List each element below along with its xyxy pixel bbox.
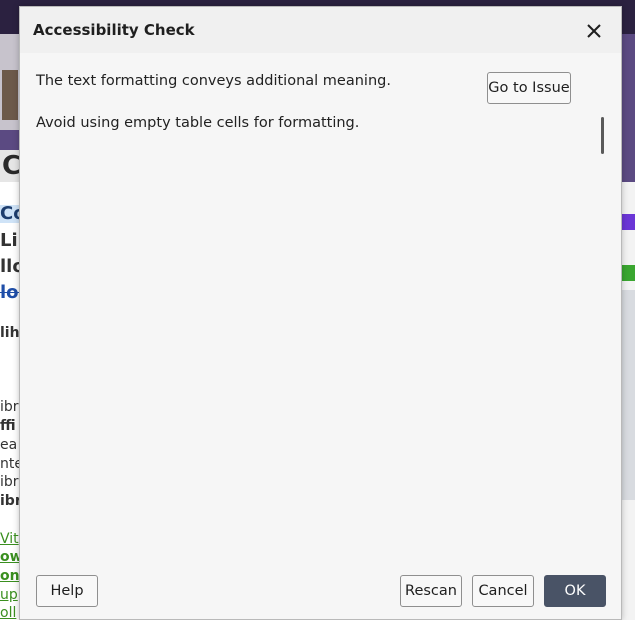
background-text-line: lih [0, 325, 20, 341]
background-right-green-block [622, 265, 635, 281]
accessibility-check-dialog: Accessibility Check The text formatting … [19, 6, 622, 620]
rescan-button[interactable]: Rescan [400, 575, 462, 607]
issue-text: The text formatting conveys additional m… [36, 73, 391, 89]
background-text-line: ibr [0, 474, 19, 490]
close-icon[interactable] [582, 19, 606, 43]
dialog-titlebar: Accessibility Check [20, 7, 621, 53]
scrollbar-thumb[interactable] [601, 117, 604, 154]
background-link: oll [0, 605, 17, 620]
background-link: up [0, 587, 18, 603]
background-text-line: ffi [0, 418, 16, 434]
ok-button[interactable]: OK [544, 575, 606, 607]
background-image-figure [2, 70, 18, 120]
dialog-title: Accessibility Check [33, 21, 195, 39]
background-right-screenshot [622, 290, 635, 500]
dialog-content: The text formatting conveys additional m… [20, 53, 621, 619]
help-button[interactable]: Help [36, 575, 98, 607]
go-to-issue-button[interactable]: Go to Issue [487, 72, 571, 104]
background-right-purple-block [622, 214, 635, 230]
background-link: Vit [0, 531, 19, 547]
cancel-button[interactable]: Cancel [472, 575, 534, 607]
issue-text: Avoid using empty table cells for format… [36, 115, 360, 131]
background-text-line: ibr [0, 399, 19, 415]
background-text-line: ea [0, 437, 18, 453]
